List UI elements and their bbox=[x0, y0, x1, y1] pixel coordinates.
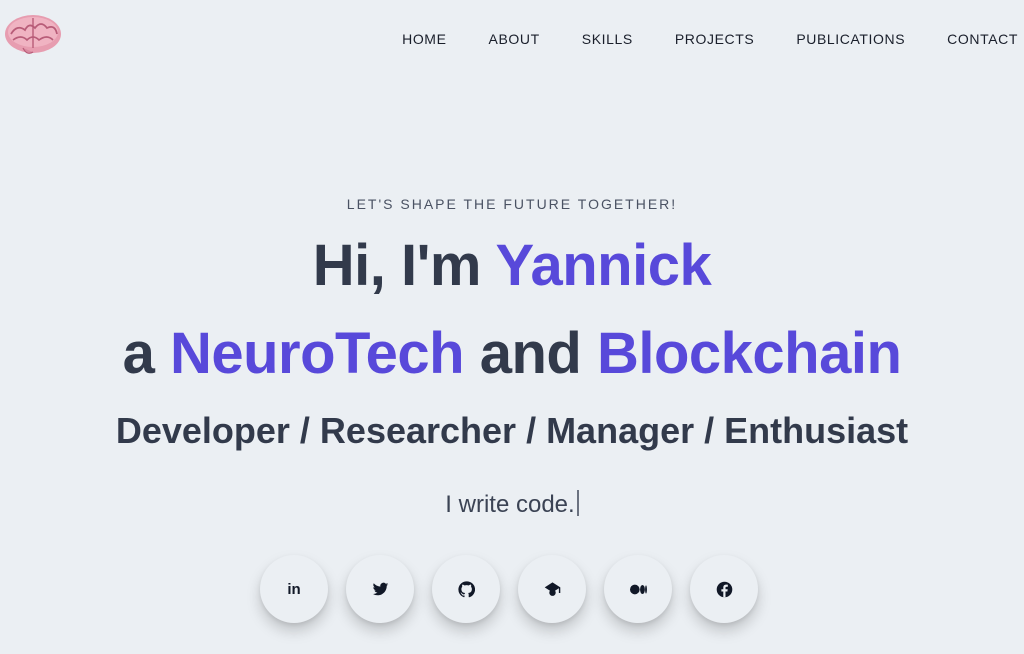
nav-skills[interactable]: SKILLS bbox=[582, 30, 633, 48]
field-neurotech: NeuroTech bbox=[169, 321, 465, 386]
fields-prefix: a bbox=[122, 321, 170, 386]
github-icon bbox=[457, 580, 475, 597]
typing-cursor bbox=[576, 490, 579, 516]
medium-button[interactable] bbox=[604, 555, 672, 623]
nav-about[interactable]: ABOUT bbox=[489, 30, 540, 48]
linkedin-button[interactable]: in bbox=[260, 555, 328, 623]
nav-publications[interactable]: PUBLICATIONS bbox=[796, 30, 905, 48]
typed-text: I write code. bbox=[445, 491, 575, 518]
nav-projects[interactable]: PROJECTS bbox=[675, 30, 754, 48]
social-links: in bbox=[260, 555, 758, 623]
medium-icon bbox=[629, 584, 647, 594]
nav-home[interactable]: HOME bbox=[402, 30, 446, 48]
hero-roles: Developer / Researcher / Manager / Enthu… bbox=[115, 410, 909, 451]
twitter-icon bbox=[372, 582, 388, 595]
typewriter: I write code. bbox=[0, 490, 1024, 519]
graduation-cap-icon bbox=[544, 581, 560, 596]
facebook-button[interactable] bbox=[690, 555, 758, 623]
hero-name: Yannick bbox=[495, 233, 712, 298]
fields-middle: and bbox=[464, 321, 597, 386]
field-blockchain: Blockchain bbox=[596, 321, 902, 386]
greeting-text: Hi, I'm bbox=[312, 233, 496, 298]
hero-greeting: Hi, I'm Yannick bbox=[0, 232, 1024, 299]
page: HOME ABOUT SKILLS PROJECTS PUBLICATIONS … bbox=[0, 0, 1024, 654]
main-nav: HOME ABOUT SKILLS PROJECTS PUBLICATIONS … bbox=[402, 30, 1018, 48]
nav-contact[interactable]: CONTACT bbox=[947, 30, 1018, 48]
brain-logo-icon[interactable] bbox=[3, 12, 63, 58]
twitter-button[interactable] bbox=[346, 555, 414, 623]
hero-fields: a NeuroTech and Blockchain bbox=[0, 320, 1024, 387]
hero-tagline: LET'S SHAPE THE FUTURE TOGETHER! bbox=[346, 196, 678, 212]
linkedin-icon: in bbox=[287, 580, 301, 598]
github-button[interactable] bbox=[432, 555, 500, 623]
facebook-icon bbox=[716, 581, 732, 597]
scholar-button[interactable] bbox=[518, 555, 586, 623]
